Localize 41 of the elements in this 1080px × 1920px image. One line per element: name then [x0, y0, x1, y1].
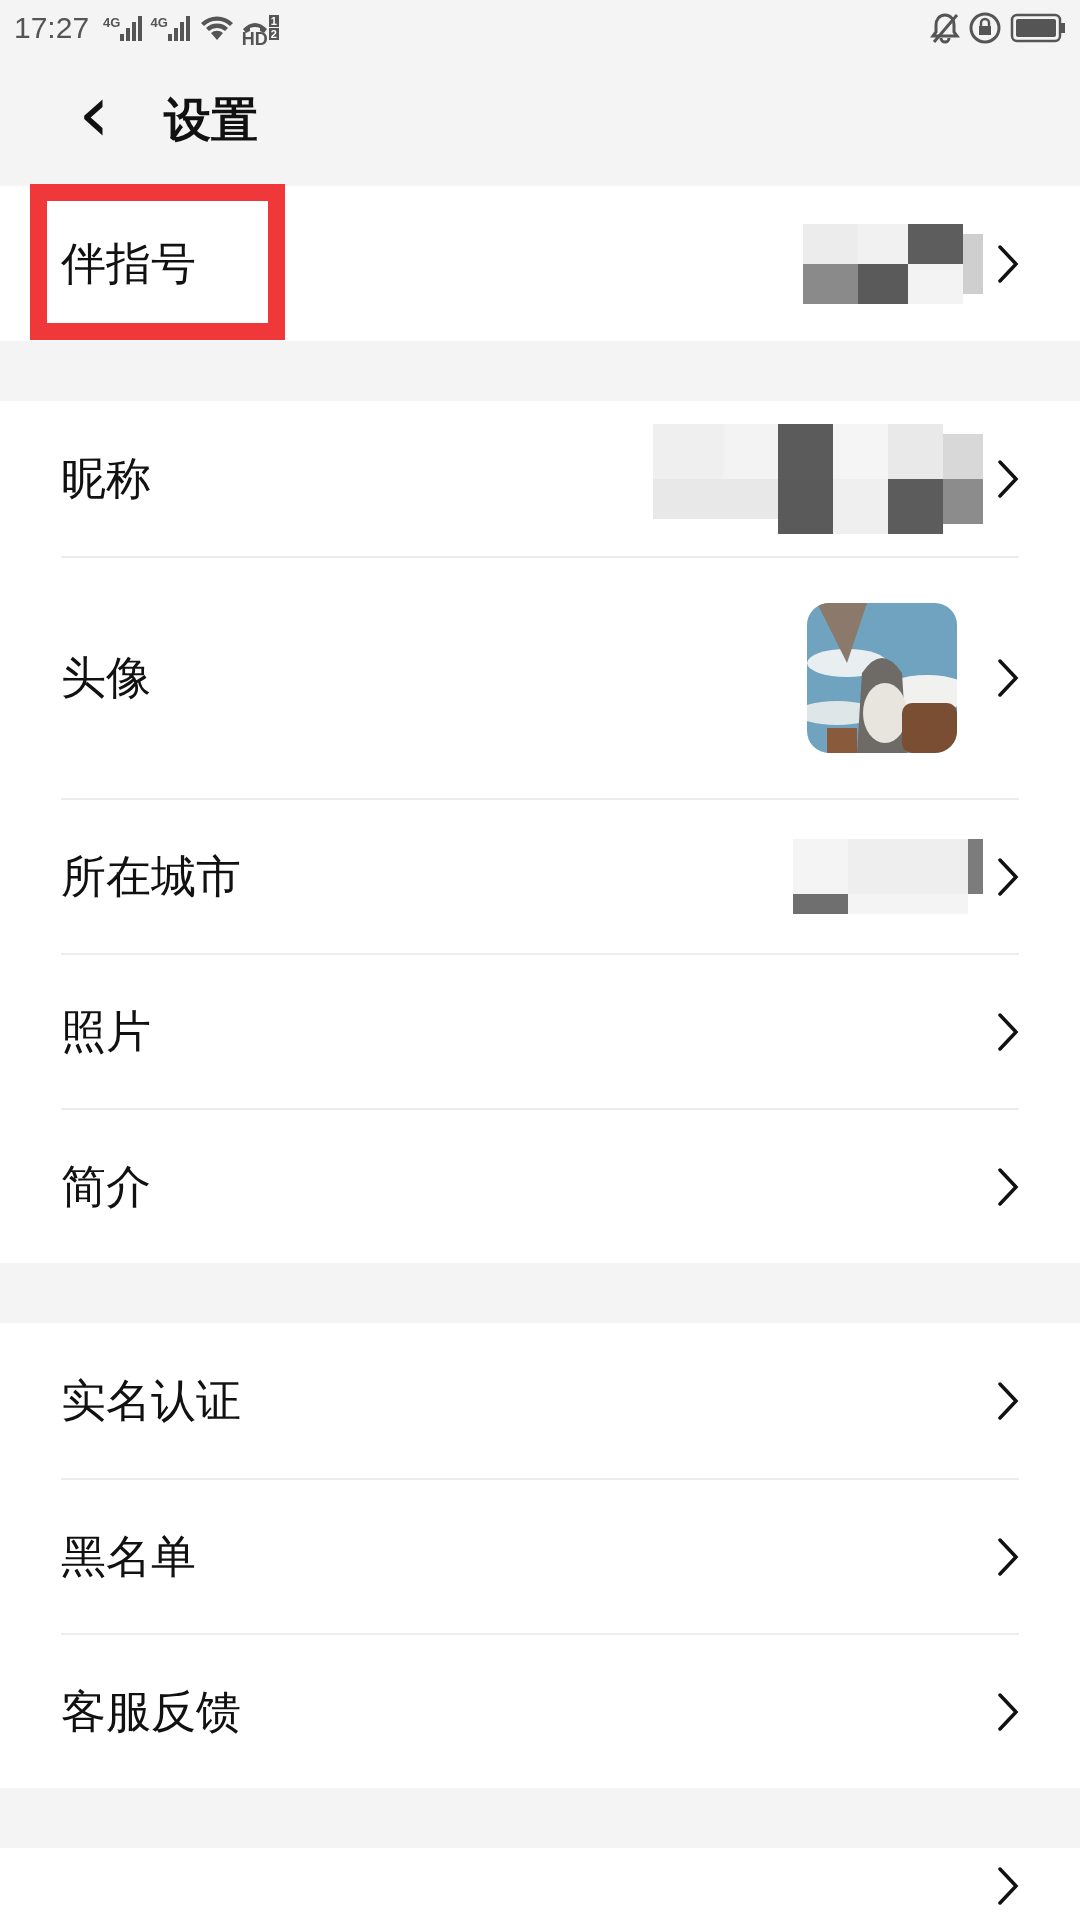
- signal-icon: [167, 13, 190, 42]
- chevron-right-icon: [997, 1691, 1019, 1732]
- row-label: 实名认证: [61, 1372, 242, 1429]
- chevron-right-icon: [997, 458, 1019, 499]
- settings-row[interactable]: 照片: [0, 953, 1080, 1108]
- chevron-right-icon: [997, 1166, 1019, 1207]
- settings-row[interactable]: 头像: [0, 556, 1080, 798]
- row-label: 照片: [61, 1003, 152, 1060]
- row-label: 客服反馈: [61, 1683, 242, 1740]
- settings-row[interactable]: 客服反馈: [0, 1633, 1080, 1788]
- row-label: 头像: [61, 650, 152, 706]
- chevron-right-icon: [997, 1865, 1019, 1906]
- chevron-right-icon: [997, 1380, 1019, 1421]
- back-button[interactable]: ‹: [70, 73, 118, 168]
- battery-icon: [1010, 12, 1066, 43]
- row-label: 伴指号: [61, 235, 197, 292]
- settings-row[interactable]: 实名认证: [0, 1323, 1080, 1478]
- row-label: 所在城市: [61, 848, 242, 905]
- settings-row[interactable]: 伴指号: [0, 186, 1080, 341]
- sim-label: 2: [268, 27, 279, 40]
- settings-row[interactable]: 简介: [0, 1108, 1080, 1263]
- settings-row[interactable]: 昵称: [0, 401, 1080, 556]
- chevron-right-icon: [997, 243, 1019, 284]
- network-label: 4G: [103, 15, 121, 29]
- settings-row[interactable]: 所在城市: [0, 798, 1080, 953]
- chevron-right-icon: [997, 658, 1019, 698]
- signal-icon: [120, 13, 143, 42]
- row-label: 黑名单: [61, 1528, 197, 1585]
- network-label: 4G: [150, 15, 168, 29]
- clock-time: 17:27: [14, 10, 90, 45]
- row-label: 昵称: [61, 450, 152, 507]
- chevron-right-icon: [997, 856, 1019, 897]
- settings-row[interactable]: 黑名单: [0, 1478, 1080, 1633]
- muted-bell-icon: [930, 11, 960, 44]
- chevron-right-icon: [997, 1011, 1019, 1052]
- row-label: 简介: [61, 1158, 152, 1215]
- rotation-lock-icon: [968, 10, 1002, 45]
- call-label: HD: [241, 29, 268, 48]
- page-title: 设置: [164, 91, 258, 149]
- sim-label: 1: [268, 14, 279, 27]
- chevron-right-icon: [997, 1536, 1019, 1577]
